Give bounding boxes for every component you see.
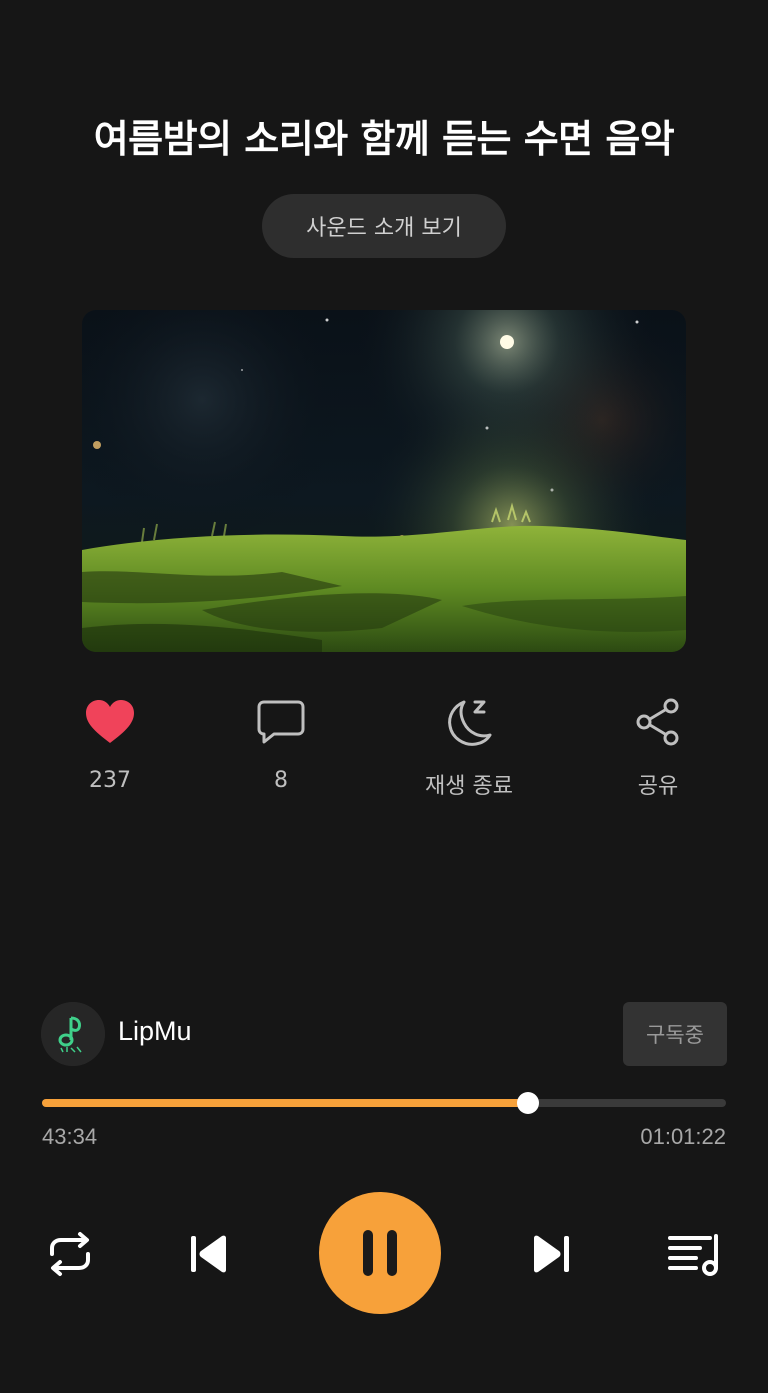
- repeat-icon: [50, 1232, 90, 1276]
- sound-artwork: [82, 310, 686, 652]
- share-button[interactable]: 공유: [588, 692, 728, 800]
- pause-button[interactable]: [319, 1192, 441, 1314]
- sound-intro-button[interactable]: 사운드 소개 보기: [262, 194, 506, 258]
- total-time: 01:01:22: [640, 1124, 726, 1149]
- subscribe-button[interactable]: 구독중: [623, 1002, 727, 1066]
- progress-thumb[interactable]: [516, 1092, 539, 1114]
- like-count: 237: [89, 768, 131, 793]
- progress-slider[interactable]: [42, 1092, 726, 1114]
- sleep-timer-button[interactable]: 재생 종료: [399, 692, 539, 800]
- previous-icon: [191, 1235, 226, 1273]
- share-icon: [628, 692, 688, 752]
- channel-name[interactable]: LipMu: [118, 1016, 192, 1047]
- playlist-button[interactable]: [664, 1228, 724, 1280]
- next-icon: [534, 1235, 569, 1273]
- playlist-icon: [668, 1234, 718, 1276]
- progress-fill: [42, 1099, 528, 1107]
- channel-avatar[interactable]: [41, 1002, 105, 1066]
- pause-icon: [363, 1230, 397, 1276]
- repeat-button[interactable]: [44, 1228, 96, 1280]
- share-label: 공유: [637, 774, 679, 799]
- elapsed-time: 43:34: [42, 1124, 98, 1149]
- previous-button[interactable]: [184, 1230, 232, 1278]
- like-button[interactable]: 237: [40, 692, 180, 793]
- moon-zzz-icon: [439, 692, 499, 752]
- sleep-timer-label: 재생 종료: [425, 774, 513, 799]
- comment-count: 8: [274, 768, 288, 793]
- sound-title: 여름밤의 소리와 함께 듣는 수면 음악: [93, 117, 675, 161]
- next-button[interactable]: [528, 1230, 576, 1278]
- comment-button[interactable]: 8: [211, 692, 351, 793]
- heart-icon: [80, 692, 140, 752]
- chat-bubble-icon: [251, 692, 311, 752]
